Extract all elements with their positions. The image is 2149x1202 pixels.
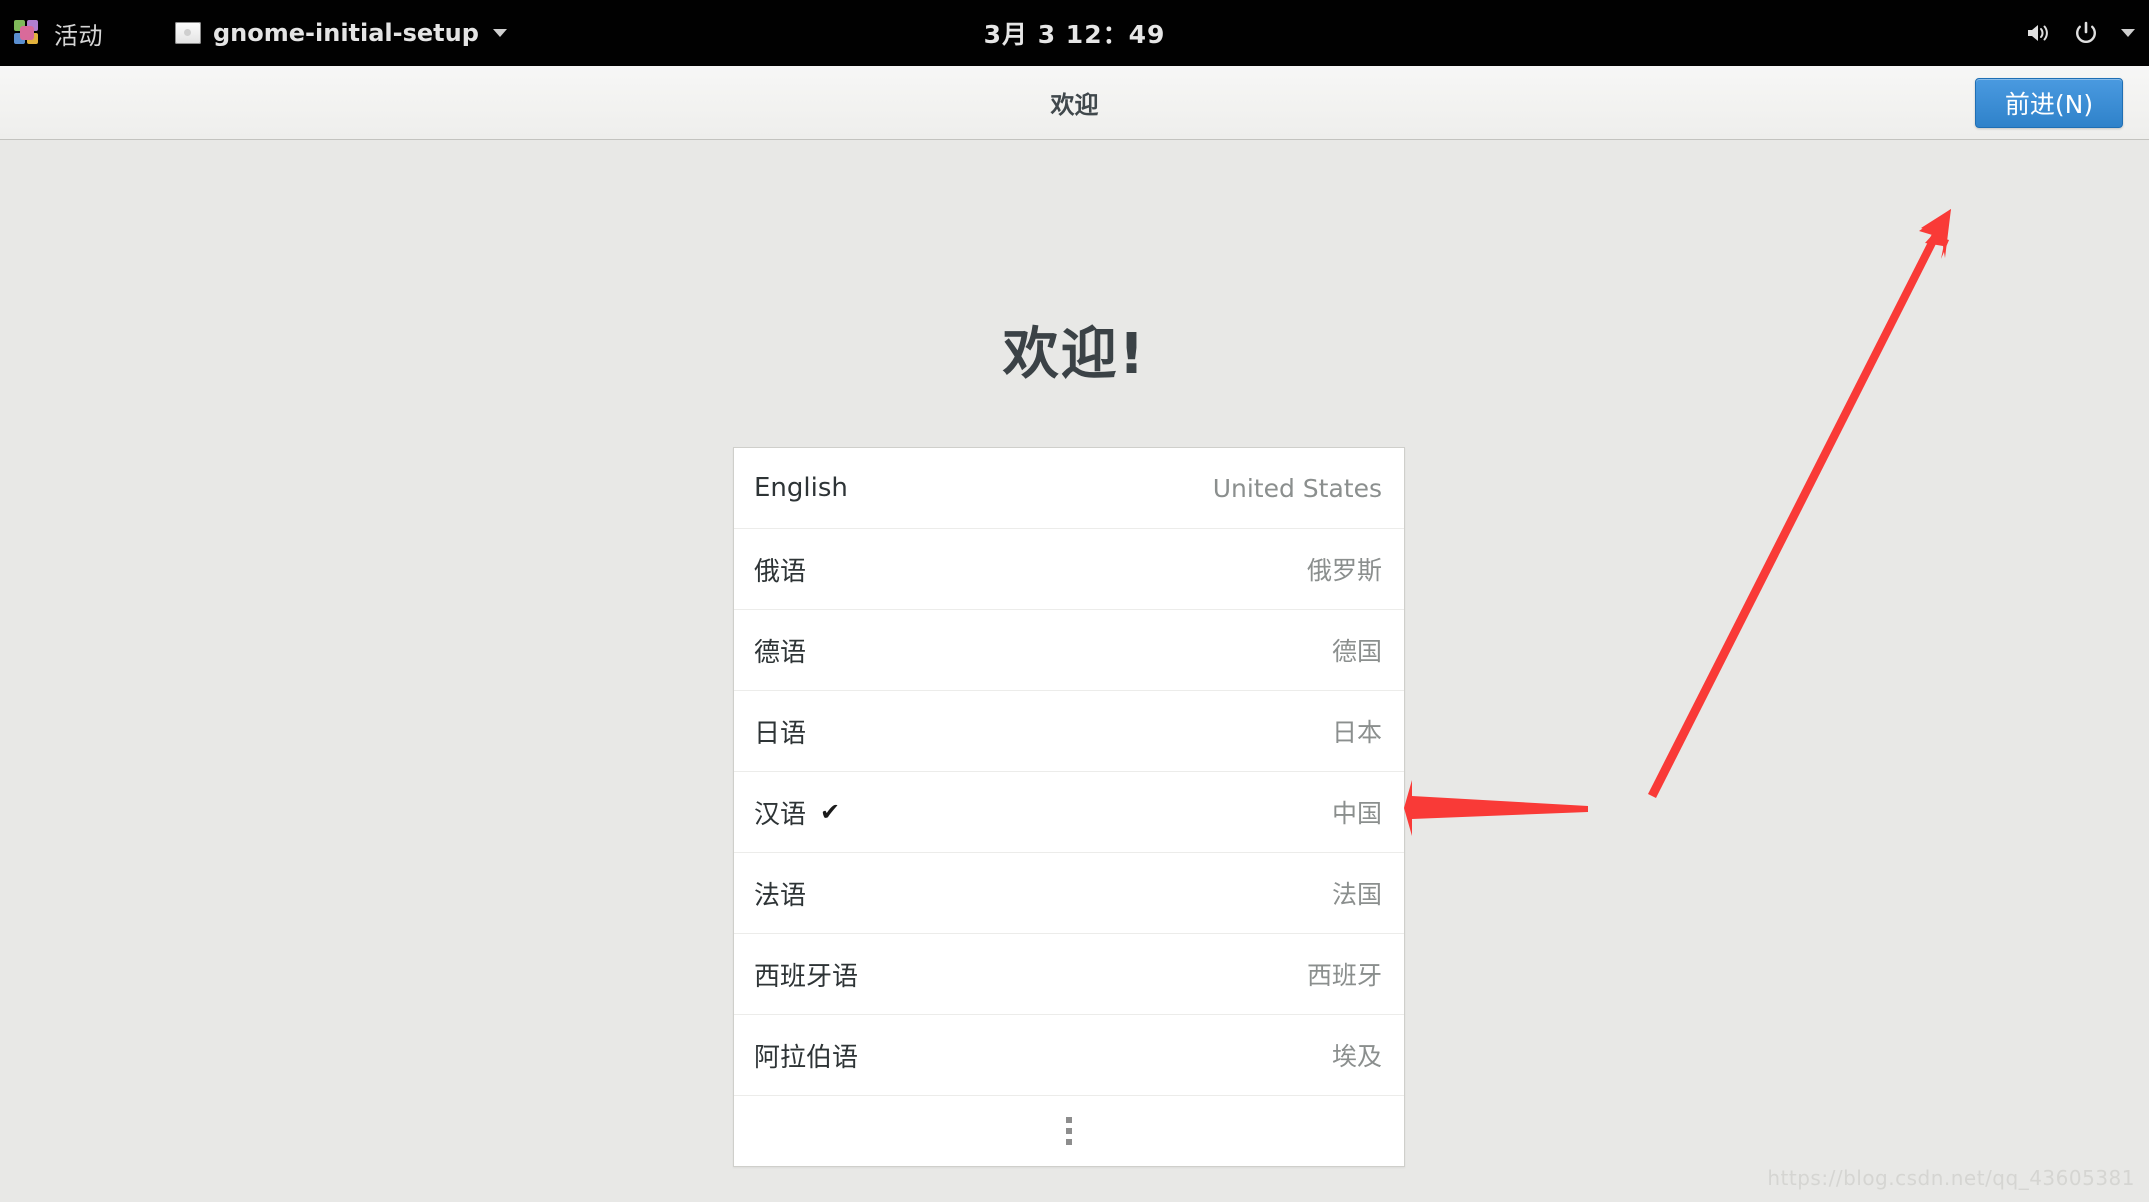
language-region: United States bbox=[1212, 473, 1382, 503]
distro-logo-icon bbox=[12, 18, 42, 48]
chevron-down-icon bbox=[492, 29, 507, 37]
list-item[interactable]: 阿拉伯语 埃及 bbox=[734, 1015, 1404, 1096]
screen-root: 活动 gnome-initial-setup 3月 3 12：49 欢迎 前进(… bbox=[0, 0, 2149, 1198]
activities-button[interactable]: 活动 bbox=[8, 11, 115, 55]
more-options-icon bbox=[1066, 1117, 1072, 1145]
language-row-left: English bbox=[754, 473, 848, 503]
language-row-left: 西班牙语 bbox=[754, 956, 858, 993]
top-bar-left-group: 活动 gnome-initial-setup bbox=[0, 0, 517, 66]
more-options-button[interactable] bbox=[734, 1096, 1404, 1166]
language-region: 法国 bbox=[1331, 880, 1382, 909]
language-name: 阿拉伯语 bbox=[754, 1042, 859, 1073]
language-name: English bbox=[754, 473, 848, 503]
list-item[interactable]: 西班牙语 西班牙 bbox=[734, 934, 1404, 1015]
app-menu-label: gnome-initial-setup bbox=[213, 19, 479, 47]
activities-label: 活动 bbox=[54, 21, 103, 50]
language-name: 日语 bbox=[754, 718, 807, 749]
volume-icon[interactable] bbox=[2025, 21, 2053, 45]
language-row-left: 德语 bbox=[754, 632, 806, 669]
language-region: 西班牙 bbox=[1306, 961, 1382, 990]
language-name: 汉语 bbox=[754, 799, 807, 830]
app-header-bar: 欢迎 前进(N) bbox=[0, 66, 2149, 140]
gnome-top-bar: 活动 gnome-initial-setup 3月 3 12：49 bbox=[0, 0, 2149, 66]
language-row-left: 阿拉伯语 bbox=[754, 1037, 858, 1074]
welcome-heading: 欢迎! bbox=[1002, 322, 1147, 387]
list-item[interactable]: 俄语 俄罗斯 bbox=[734, 529, 1404, 610]
language-region: 德国 bbox=[1331, 637, 1382, 666]
language-region: 埃及 bbox=[1331, 1042, 1382, 1071]
page-title: 欢迎 bbox=[1050, 91, 1099, 119]
app-menu-button[interactable]: gnome-initial-setup bbox=[165, 11, 517, 55]
next-button[interactable]: 前进(N) bbox=[1975, 78, 2123, 128]
system-status-area[interactable] bbox=[2025, 0, 2135, 66]
language-name: 俄语 bbox=[754, 556, 807, 587]
list-item[interactable]: 日语 日本 bbox=[734, 691, 1404, 772]
language-region: 中国 bbox=[1331, 799, 1382, 828]
list-item[interactable]: English United States bbox=[734, 448, 1404, 529]
language-list[interactable]: English United States 俄语 俄罗斯 德语 德国 日语 日本… bbox=[733, 447, 1405, 1167]
power-icon[interactable] bbox=[2073, 20, 2099, 46]
clock-label[interactable]: 3月 3 12：49 bbox=[984, 15, 1166, 51]
list-item[interactable]: 德语 德国 bbox=[734, 610, 1404, 691]
language-row-left: 俄语 bbox=[754, 551, 806, 588]
main-content: 欢迎! English United States 俄语 俄罗斯 德语 德国 日… bbox=[0, 141, 2149, 1198]
language-row-left: 法语 bbox=[754, 875, 806, 912]
language-region: 俄罗斯 bbox=[1306, 556, 1382, 585]
checkmark-icon: ✔ bbox=[820, 798, 841, 826]
language-name: 德语 bbox=[754, 637, 807, 668]
list-item-selected[interactable]: 汉语 ✔ 中国 bbox=[734, 772, 1404, 853]
language-name: 法语 bbox=[754, 880, 807, 911]
language-region: 日本 bbox=[1331, 718, 1382, 747]
chevron-down-icon[interactable] bbox=[2121, 29, 2135, 37]
language-name: 西班牙语 bbox=[754, 961, 859, 992]
window-app-icon bbox=[175, 22, 201, 44]
list-item[interactable]: 法语 法国 bbox=[734, 853, 1404, 934]
language-row-left: 汉语 ✔ bbox=[754, 794, 840, 831]
language-row-left: 日语 bbox=[754, 713, 806, 750]
